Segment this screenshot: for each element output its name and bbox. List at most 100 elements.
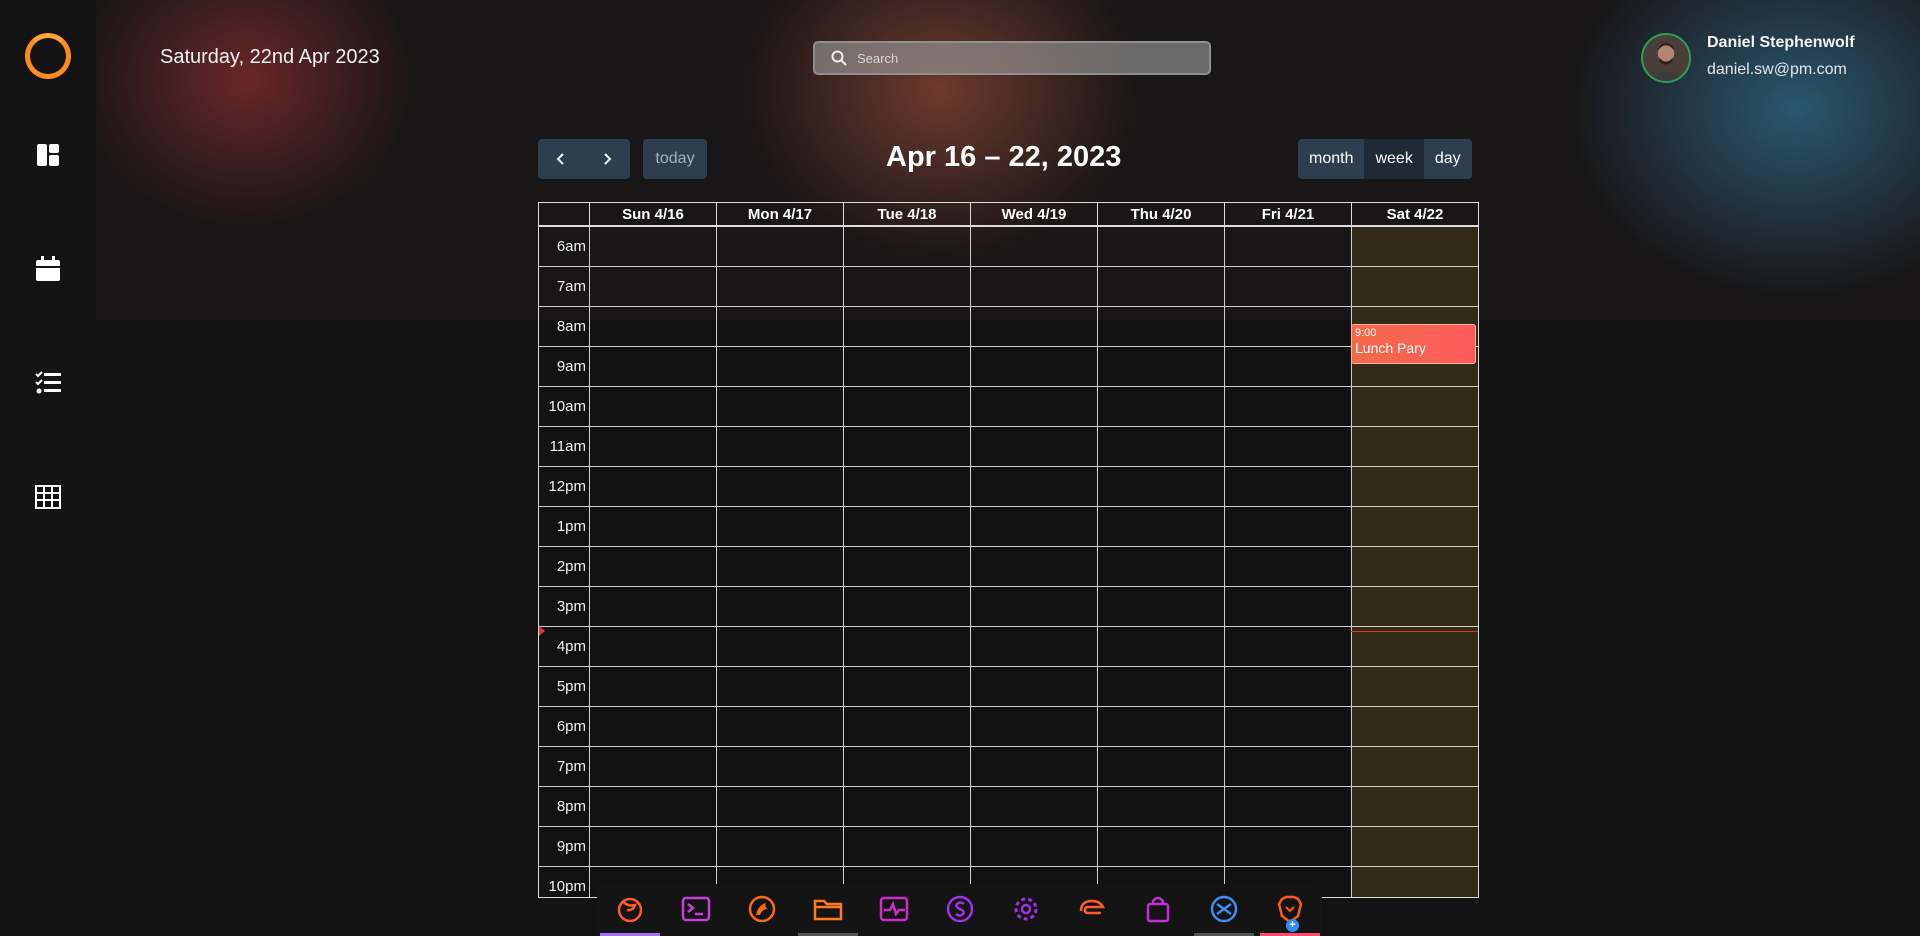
time-slot[interactable] [843,307,970,346]
search-bar[interactable] [813,41,1211,75]
time-slot[interactable] [843,627,970,666]
time-slot[interactable] [1097,387,1224,426]
time-slot[interactable] [589,467,716,506]
s-app-dock-item[interactable] [930,893,990,936]
firefox-dock-item[interactable] [600,893,660,936]
table-icon[interactable] [33,482,63,512]
day-header-wed[interactable]: Wed 4/19 [970,203,1097,225]
view-month-button[interactable]: month [1298,139,1365,179]
time-slot[interactable] [1097,627,1224,666]
time-slot[interactable] [716,267,843,306]
time-slot[interactable] [1097,267,1224,306]
time-slot[interactable] [1351,467,1478,506]
time-slot[interactable] [843,507,970,546]
day-header-sun[interactable]: Sun 4/16 [589,203,716,225]
time-slot[interactable] [716,547,843,586]
time-slot[interactable] [1097,507,1224,546]
time-slot[interactable] [1097,747,1224,786]
time-slot[interactable] [970,467,1097,506]
settings-dock-item[interactable] [996,893,1056,936]
time-slot[interactable] [843,827,970,866]
time-slot[interactable] [970,347,1097,386]
time-slot[interactable] [1097,667,1224,706]
time-slot[interactable] [970,307,1097,346]
terminal-dock-item[interactable] [666,893,726,936]
time-slot[interactable] [716,627,843,666]
time-slot[interactable] [1351,827,1478,866]
time-slot[interactable] [1351,427,1478,466]
time-slot[interactable] [1351,267,1478,306]
time-slot[interactable] [1224,627,1351,666]
time-slot[interactable] [589,627,716,666]
time-slot[interactable] [1224,547,1351,586]
time-slot[interactable] [843,747,970,786]
time-slot[interactable] [1224,427,1351,466]
time-slot[interactable] [1351,547,1478,586]
time-slot[interactable] [843,227,970,266]
time-slot[interactable] [970,667,1097,706]
time-slot[interactable] [1097,827,1224,866]
vscode-dock-item[interactable] [1194,893,1254,936]
day-header-mon[interactable]: Mon 4/17 [716,203,843,225]
time-slot[interactable] [589,307,716,346]
monitor-dock-item[interactable] [864,893,924,936]
time-slot[interactable] [1224,707,1351,746]
time-slot[interactable] [1224,227,1351,266]
time-slot[interactable] [716,787,843,826]
time-slot[interactable] [589,827,716,866]
time-slot[interactable] [970,787,1097,826]
time-slot[interactable] [1351,507,1478,546]
time-slot[interactable] [589,387,716,426]
time-slot[interactable] [589,507,716,546]
time-slot[interactable] [716,227,843,266]
time-slot[interactable] [970,267,1097,306]
dashboard-icon[interactable] [33,140,63,170]
time-slot[interactable] [1224,667,1351,706]
time-slot[interactable] [716,347,843,386]
time-slot[interactable] [1097,227,1224,266]
dragon-dock-item[interactable] [732,893,792,936]
time-slot[interactable] [970,387,1097,426]
time-slot[interactable] [1224,747,1351,786]
store-dock-item[interactable] [1128,893,1188,936]
time-slot[interactable] [1097,467,1224,506]
time-slot[interactable] [716,387,843,426]
time-slot[interactable] [1224,267,1351,306]
time-slot[interactable] [1224,507,1351,546]
time-slot[interactable] [716,587,843,626]
time-slot[interactable] [589,227,716,266]
next-button[interactable] [584,139,630,179]
time-slot[interactable] [716,707,843,746]
time-slot[interactable] [1351,707,1478,746]
time-slot[interactable] [1097,307,1224,346]
time-slot[interactable] [1351,387,1478,426]
files-dock-item[interactable] [798,893,858,936]
time-slot[interactable] [970,227,1097,266]
time-slot[interactable] [716,307,843,346]
time-slot[interactable] [1097,587,1224,626]
prev-button[interactable] [538,139,584,179]
time-slot[interactable] [970,827,1097,866]
today-button[interactable]: today [643,139,707,179]
time-slot[interactable] [1224,307,1351,346]
time-slot[interactable] [843,467,970,506]
time-slot[interactable] [843,347,970,386]
time-slot[interactable] [589,267,716,306]
time-slot[interactable] [1351,667,1478,706]
time-slot[interactable] [589,747,716,786]
ide-dock-item[interactable] [1062,893,1122,936]
time-slot[interactable] [589,587,716,626]
time-slot[interactable] [970,427,1097,466]
time-slot[interactable] [1097,787,1224,826]
time-slot[interactable] [716,827,843,866]
time-slot[interactable] [589,347,716,386]
view-day-button[interactable]: day [1423,139,1472,179]
time-slot[interactable] [1097,347,1224,386]
time-slot[interactable] [970,547,1097,586]
day-header-sat[interactable]: Sat 4/22 [1351,203,1478,225]
tasks-icon[interactable] [33,368,63,398]
time-slot[interactable] [716,507,843,546]
brave-dock-item[interactable]: + [1260,893,1320,936]
avatar[interactable] [1641,33,1691,83]
day-header-tue[interactable]: Tue 4/18 [843,203,970,225]
